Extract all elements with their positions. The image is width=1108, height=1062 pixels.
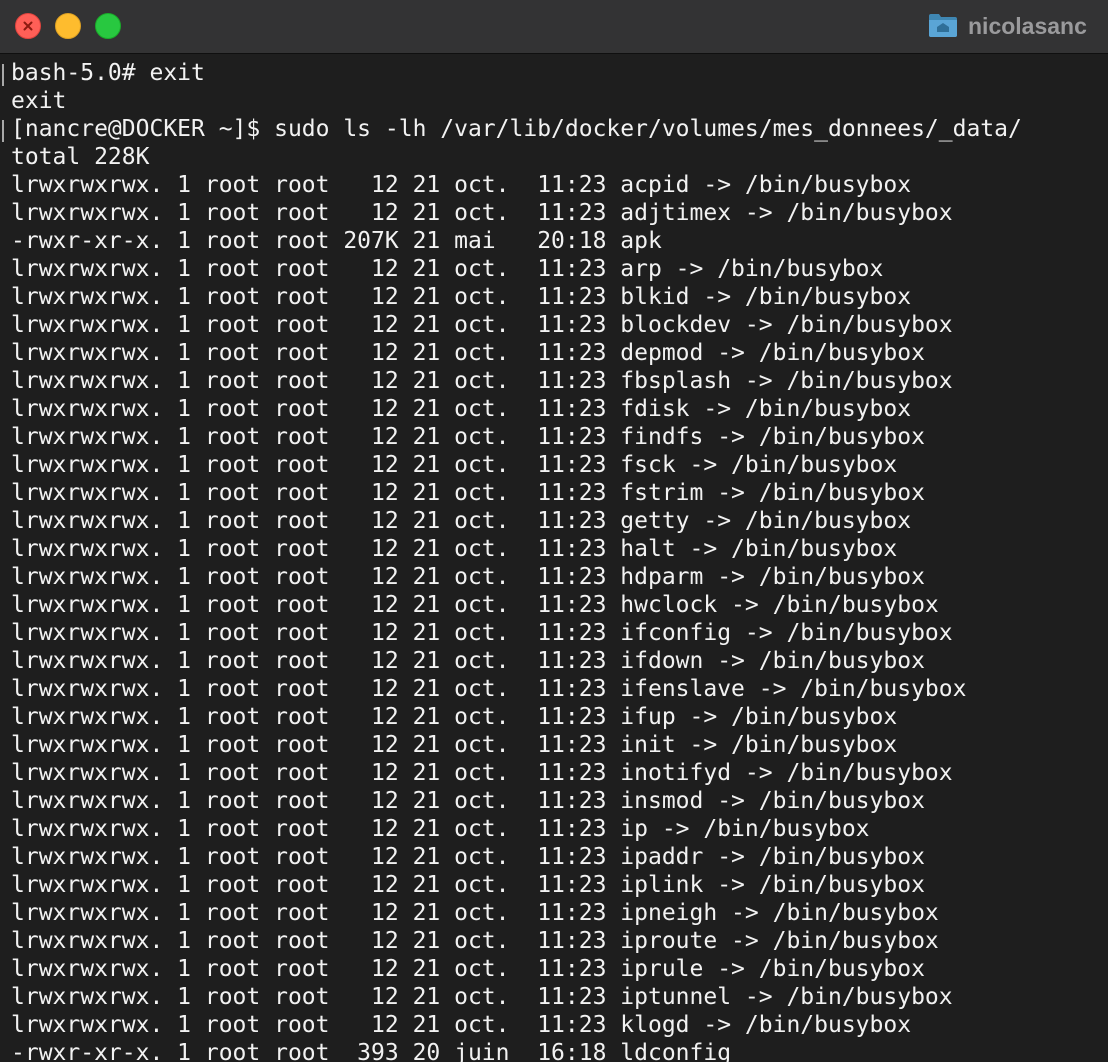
terminal-line: [nancre@DOCKER ~]$ sudo ls -lh /var/lib/…	[11, 116, 1022, 142]
terminal-line: lrwxrwxrwx. 1 root root 12 21 oct. 11:23…	[11, 256, 884, 282]
line-mark	[2, 64, 4, 86]
terminal-line: lrwxrwxrwx. 1 root root 12 21 oct. 11:23…	[11, 396, 912, 422]
zoom-button[interactable]	[95, 13, 121, 39]
terminal-line: -rwxr-xr-x. 1 root root 207K 21 mai 20:1…	[11, 228, 662, 254]
terminal-line: lrwxrwxrwx. 1 root root 12 21 oct. 11:23…	[11, 172, 912, 198]
terminal-line: lrwxrwxrwx. 1 root root 12 21 oct. 11:23…	[11, 1012, 912, 1038]
terminal-line: lrwxrwxrwx. 1 root root 12 21 oct. 11:23…	[11, 452, 898, 478]
terminal-line: lrwxrwxrwx. 1 root root 12 21 oct. 11:23…	[11, 284, 912, 310]
terminal-line: lrwxrwxrwx. 1 root root 12 21 oct. 11:23…	[11, 312, 953, 338]
terminal-line: lrwxrwxrwx. 1 root root 12 21 oct. 11:23…	[11, 536, 898, 562]
terminal-line: lrwxrwxrwx. 1 root root 12 21 oct. 11:23…	[11, 984, 953, 1010]
terminal-window: nicolasanc bash-5.0# exit exit [nancre@DOC…	[0, 0, 1108, 1062]
terminal-line: bash-5.0# exit	[11, 60, 205, 86]
terminal-line: lrwxrwxrwx. 1 root root 12 21 oct. 11:23…	[11, 424, 925, 450]
terminal-output[interactable]: bash-5.0# exit exit [nancre@DOCKER ~]$ sud…	[0, 55, 1108, 1062]
terminal-line: lrwxrwxrwx. 1 root root 12 21 oct. 11:23…	[11, 648, 925, 674]
terminal-line: lrwxrwxrwx. 1 root root 12 21 oct. 11:23…	[11, 620, 953, 646]
folder-icon	[929, 14, 957, 37]
terminal-line: lrwxrwxrwx. 1 root root 12 21 oct. 11:23…	[11, 480, 925, 506]
terminal-line: lrwxrwxrwx. 1 root root 12 21 oct. 11:23…	[11, 564, 925, 590]
minimize-button[interactable]	[55, 13, 81, 39]
terminal-line: lrwxrwxrwx. 1 root root 12 21 oct. 11:23…	[11, 508, 912, 534]
terminal-line: total 228K	[11, 144, 150, 170]
close-icon	[23, 21, 33, 31]
terminal-line: lrwxrwxrwx. 1 root root 12 21 oct. 11:23…	[11, 592, 939, 618]
terminal-line: lrwxrwxrwx. 1 root root 12 21 oct. 11:23…	[11, 340, 925, 366]
terminal-line: lrwxrwxrwx. 1 root root 12 21 oct. 11:23…	[11, 760, 953, 786]
terminal-line: lrwxrwxrwx. 1 root root 12 21 oct. 11:23…	[11, 704, 898, 730]
terminal-line: lrwxrwxrwx. 1 root root 12 21 oct. 11:23…	[11, 732, 898, 758]
terminal-line: lrwxrwxrwx. 1 root root 12 21 oct. 11:23…	[11, 676, 967, 702]
terminal-line: -rwxr-xr-x. 1 root root 393 20 juin 16:1…	[11, 1040, 732, 1062]
terminal-line: lrwxrwxrwx. 1 root root 12 21 oct. 11:23…	[11, 788, 925, 814]
terminal-line: lrwxrwxrwx. 1 root root 12 21 oct. 11:23…	[11, 928, 939, 954]
terminal-line: lrwxrwxrwx. 1 root root 12 21 oct. 11:23…	[11, 900, 939, 926]
line-mark	[2, 120, 4, 142]
terminal-line: lrwxrwxrwx. 1 root root 12 21 oct. 11:23…	[11, 368, 953, 394]
terminal-line: lrwxrwxrwx. 1 root root 12 21 oct. 11:23…	[11, 200, 953, 226]
terminal-line: lrwxrwxrwx. 1 root root 12 21 oct. 11:23…	[11, 956, 925, 982]
terminal-line: lrwxrwxrwx. 1 root root 12 21 oct. 11:23…	[11, 844, 925, 870]
terminal-line: lrwxrwxrwx. 1 root root 12 21 oct. 11:23…	[11, 816, 870, 842]
terminal-line: lrwxrwxrwx. 1 root root 12 21 oct. 11:23…	[11, 872, 925, 898]
terminal-line: exit	[11, 88, 67, 114]
title-text: nicolasanc	[968, 13, 1087, 39]
close-button[interactable]	[15, 13, 41, 39]
title-bar[interactable]: nicolasanc	[0, 0, 1108, 54]
